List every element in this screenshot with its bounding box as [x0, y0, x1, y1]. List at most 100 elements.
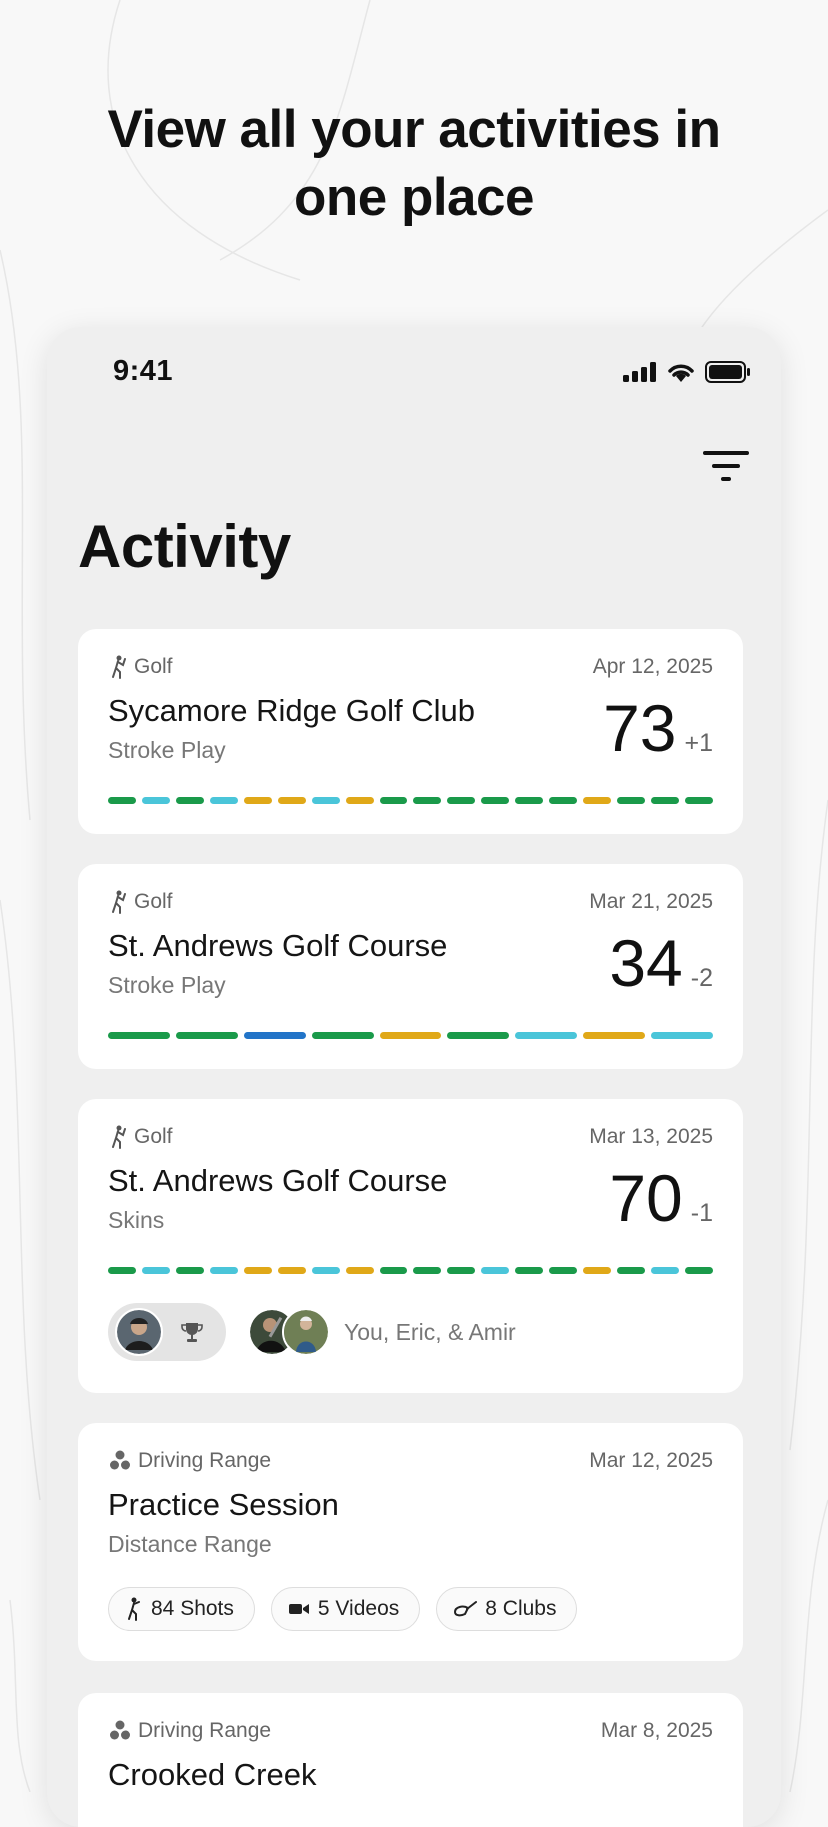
avatar: [282, 1308, 330, 1356]
hole-segment: [651, 1267, 679, 1274]
signal-icon: [623, 362, 656, 382]
winner-badge: [108, 1303, 226, 1361]
videos-chip[interactable]: 5 Videos: [270, 1587, 421, 1631]
hole-segment: [617, 797, 645, 804]
game-mode: Stroke Play: [108, 972, 226, 998]
activity-card[interactable]: Golf Apr 12, 2025 Sycamore Ridge Golf Cl…: [78, 629, 743, 834]
activity-card[interactable]: Driving Range Mar 12, 2025 Practice Sess…: [78, 1423, 743, 1661]
score-total: 34: [609, 926, 683, 1000]
hole-segment: [175, 797, 204, 804]
players-label: You, Eric, & Amir: [344, 1318, 516, 1345]
activity-card[interactable]: Driving Range Mar 8, 2025 Crooked Creek: [78, 1693, 743, 1827]
wifi-icon: [668, 364, 694, 382]
golfer-swing-icon: [128, 1597, 140, 1621]
hole-segment: [277, 797, 306, 804]
hole-segment: [413, 1267, 442, 1274]
hole-segment: [583, 797, 612, 804]
winner-avatar: [115, 1308, 163, 1356]
hole-segment: [345, 797, 374, 804]
hole-results: [108, 1032, 714, 1039]
hole-segment: [651, 797, 679, 804]
session-stats: 84 Shots 5 Videos 8 Clubs: [108, 1587, 578, 1631]
hole-segment: [345, 1267, 374, 1274]
hole-segment: [311, 1032, 374, 1039]
sport-name: Golf: [134, 890, 173, 913]
game-mode: Skins: [108, 1207, 165, 1233]
hole-segment: [515, 1267, 544, 1274]
headline-line-1: View all your activities in: [107, 100, 721, 159]
hole-segment: [447, 1267, 476, 1274]
course-name: St. Andrews Golf Course: [108, 1163, 448, 1198]
hole-segment: [243, 1032, 306, 1039]
hole-segment: [141, 797, 170, 804]
sport-label: Driving Range: [108, 1719, 271, 1743]
player-avatars: [248, 1308, 330, 1356]
hole-segment: [175, 1032, 238, 1039]
hole-segment: [481, 1267, 510, 1274]
video-camera-icon: [288, 1604, 309, 1614]
golf-club-icon: [454, 1601, 478, 1617]
battery-icon: [705, 361, 750, 383]
clubs-chip[interactable]: 8 Clubs: [436, 1587, 578, 1631]
score-total: 70: [609, 1161, 683, 1235]
score-relative: -1: [690, 1199, 713, 1227]
trophy-icon: [181, 1323, 203, 1342]
activity-date: Mar 12, 2025: [589, 1449, 713, 1472]
sport-label: Golf: [108, 890, 173, 914]
headline-line-2: one place: [294, 168, 534, 227]
sport-name: Driving Range: [138, 1449, 272, 1472]
hole-segment: [108, 1267, 136, 1274]
clubs-label: 8 Clubs: [485, 1597, 557, 1620]
hole-segment: [209, 797, 238, 804]
videos-label: 5 Videos: [317, 1597, 400, 1620]
shots-chip[interactable]: 84 Shots: [108, 1587, 255, 1631]
hole-segment: [515, 797, 544, 804]
filter-icon[interactable]: [703, 447, 751, 487]
golfer-icon: [112, 890, 126, 914]
hole-segment: [243, 1267, 272, 1274]
course-name: St. Andrews Golf Course: [108, 928, 448, 963]
activity-date: Mar 8, 2025: [600, 1719, 713, 1742]
sport-label: Golf: [108, 1125, 173, 1149]
hole-segment: [108, 1032, 170, 1039]
hole-segment: [481, 797, 510, 804]
hole-results: [108, 797, 713, 804]
sport-label: Golf: [108, 655, 173, 679]
participants[interactable]: You, Eric, & Amir: [108, 1303, 516, 1361]
score: 34 -2: [609, 928, 713, 998]
hole-segment: [447, 1032, 510, 1039]
score-relative: +1: [684, 729, 713, 757]
sport-name: Golf: [134, 655, 173, 678]
hole-segment: [583, 1032, 646, 1039]
hole-segment: [277, 1267, 306, 1274]
hole-segment: [515, 1032, 578, 1039]
session-name: Practice Session: [108, 1487, 339, 1522]
hole-segment: [379, 1267, 408, 1274]
headline: View all your activities in one place: [0, 96, 828, 232]
golfer-icon: [112, 1125, 126, 1149]
status-icons: [623, 361, 751, 383]
hole-segment: [311, 1267, 340, 1274]
activity-card[interactable]: Golf Mar 21, 2025 St. Andrews Golf Cours…: [78, 864, 743, 1069]
hole-results: [108, 1267, 713, 1274]
phone-screen: 9:41 Activity Golf Apr 12, 2025 Sycamore…: [47, 327, 781, 1827]
shots-label: 84 Shots: [151, 1597, 234, 1620]
course-name: Sycamore Ridge Golf Club: [108, 693, 475, 728]
game-mode: Stroke Play: [108, 737, 226, 763]
hole-segment: [549, 1267, 578, 1274]
range-balls-icon: [110, 1450, 130, 1470]
hole-segment: [549, 797, 578, 804]
score-relative: -2: [690, 964, 713, 992]
hole-segment: [141, 1267, 170, 1274]
activity-card[interactable]: Golf Mar 13, 2025 St. Andrews Golf Cours…: [78, 1099, 743, 1393]
session-type: Distance Range: [108, 1531, 272, 1557]
hole-segment: [175, 1267, 204, 1274]
golfer-icon: [112, 655, 126, 679]
score: 73 +1: [603, 693, 713, 763]
hole-segment: [311, 797, 340, 804]
range-balls-icon: [110, 1720, 130, 1740]
sport-name: Driving Range: [138, 1719, 272, 1742]
hole-segment: [651, 1032, 714, 1039]
score-total: 73: [603, 691, 677, 765]
hole-segment: [617, 1267, 645, 1274]
